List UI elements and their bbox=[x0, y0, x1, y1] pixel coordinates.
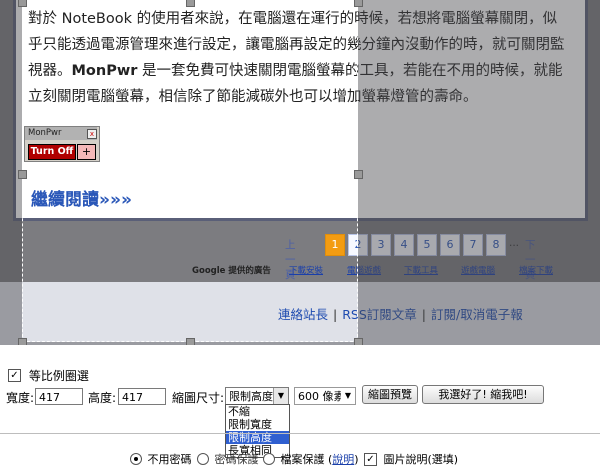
caption-checkbox[interactable]: ✓ bbox=[364, 452, 377, 466]
keep-ratio-label: 等比例圈選 bbox=[28, 369, 89, 383]
archive-label-text: 檔案保護 ( bbox=[280, 453, 333, 466]
keep-ratio-row: ✓ 等比例圈選 bbox=[8, 367, 89, 384]
caption-option: ✓ 圖片說明(選填) bbox=[364, 451, 458, 467]
width-input[interactable]: 417 bbox=[35, 388, 83, 405]
width-label: 寬度: bbox=[6, 391, 35, 405]
thumb-size-label: 縮圖尺寸: bbox=[172, 391, 225, 405]
help-link[interactable]: 說明 bbox=[332, 453, 354, 466]
crop-handle[interactable] bbox=[18, 170, 27, 179]
protection-options: 不用密碼 bbox=[130, 451, 192, 467]
thumb-mode-dropdown: 不縮 限制寬度 限制高度 長寬相同 bbox=[225, 404, 290, 458]
crop-handle[interactable] bbox=[186, 338, 195, 345]
archive-label-close: ) bbox=[354, 453, 359, 466]
thumb-size-select[interactable]: 600 像素 ▼ bbox=[294, 387, 356, 405]
password-option: 密碼保護 bbox=[197, 451, 259, 467]
confirm-button[interactable]: 我選好了! 縮我吧! bbox=[422, 385, 544, 404]
dropdown-option[interactable]: 不縮 bbox=[226, 405, 289, 418]
chevron-down-icon[interactable]: ▼ bbox=[341, 388, 355, 404]
height-input[interactable]: 417 bbox=[118, 388, 166, 405]
crop-handle[interactable] bbox=[18, 0, 27, 7]
archive-option: 檔案保護 (說明) bbox=[263, 451, 359, 467]
crop-handle[interactable] bbox=[354, 0, 363, 7]
crop-handle[interactable] bbox=[354, 170, 363, 179]
crop-handle[interactable] bbox=[354, 338, 363, 345]
height-label: 高度: bbox=[88, 391, 117, 405]
thumb-size-value: 600 像素 bbox=[298, 390, 345, 403]
chevron-down-icon[interactable]: ▼ bbox=[273, 388, 288, 404]
crop-handle[interactable] bbox=[18, 338, 27, 345]
dropdown-option[interactable]: 限制寬度 bbox=[226, 418, 289, 431]
password-radio[interactable] bbox=[197, 453, 209, 465]
crop-selection[interactable] bbox=[22, 2, 358, 342]
preview-button[interactable]: 縮圖預覽 bbox=[362, 385, 418, 404]
dim-overlay bbox=[358, 0, 600, 345]
no-password-radio[interactable] bbox=[130, 453, 142, 465]
no-password-label: 不用密碼 bbox=[147, 453, 192, 466]
password-label: 密碼保護 bbox=[214, 453, 259, 466]
screenshot-preview: 對於 NoteBook 的使用者來說，在電腦還在運行的時候，若想將電腦螢幕關閉，… bbox=[0, 0, 600, 345]
thumb-mode-value: 限制高度 bbox=[229, 390, 273, 403]
thumb-mode-select[interactable]: 限制高度 ▼ bbox=[225, 387, 289, 405]
archive-radio[interactable] bbox=[263, 453, 275, 465]
caption-label: 圖片說明(選填) bbox=[383, 453, 459, 466]
archive-label: 檔案保護 (說明) bbox=[281, 453, 359, 466]
keep-ratio-checkbox[interactable]: ✓ bbox=[8, 369, 21, 382]
divider bbox=[0, 433, 600, 434]
crop-handle[interactable] bbox=[186, 0, 195, 7]
